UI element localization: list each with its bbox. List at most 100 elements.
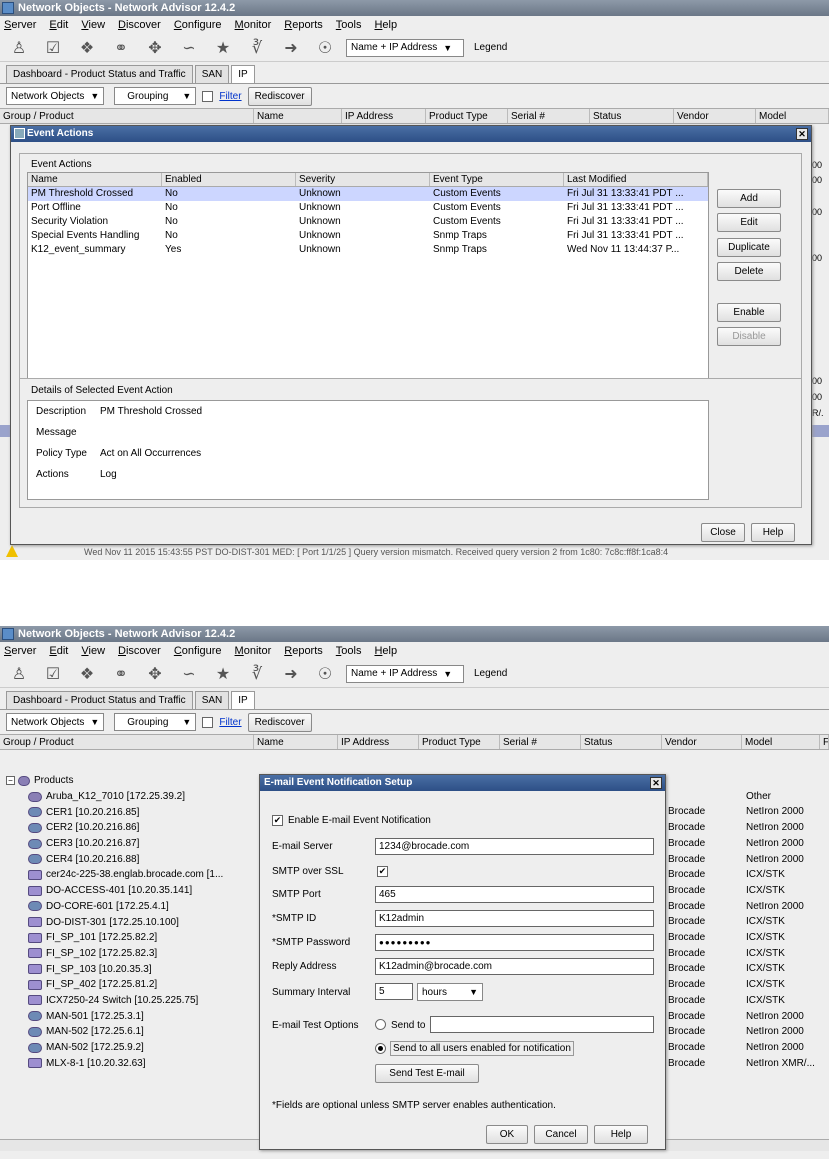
- menu-reports[interactable]: Reports: [284, 19, 323, 31]
- menu-server[interactable]: Server: [4, 19, 36, 31]
- tree-item[interactable]: MAN-501 [172.25.3.1]: [6, 1008, 266, 1024]
- arrow-icon[interactable]: ➜: [278, 663, 304, 685]
- tree-item[interactable]: CER1 [10.20.216.85]: [6, 804, 266, 820]
- help-button[interactable]: Help: [594, 1125, 648, 1144]
- pulse-icon[interactable]: ☉: [312, 37, 338, 59]
- menu-tools[interactable]: Tools: [336, 645, 362, 657]
- move-icon[interactable]: ✥: [142, 37, 168, 59]
- cancel-button[interactable]: Cancel: [534, 1125, 588, 1144]
- menu-reports[interactable]: Reports: [284, 645, 323, 657]
- col-vendor[interactable]: Vendor: [674, 109, 756, 123]
- network-objects-select[interactable]: Network Objects ▼: [6, 87, 105, 105]
- tab-san[interactable]: SAN: [194, 691, 230, 709]
- smtp-password-field[interactable]: ●●●●●●●●●: [375, 934, 654, 951]
- network-icon[interactable]: ★: [210, 37, 236, 59]
- filter-link[interactable]: Filter: [219, 717, 241, 728]
- link-icon[interactable]: ⚭: [108, 37, 134, 59]
- smtp-ssl-checkbox[interactable]: ✔: [377, 866, 388, 877]
- tree-item[interactable]: DO-DIST-301 [172.25.10.100]: [6, 914, 266, 930]
- pulse-icon[interactable]: ☉: [312, 663, 338, 685]
- col-product-type[interactable]: Product Type: [426, 109, 508, 123]
- add-button[interactable]: Add: [717, 189, 781, 208]
- tab-dashboard[interactable]: Dashboard - Product Status and Traffic: [6, 65, 193, 83]
- menu-discover[interactable]: Discover: [118, 645, 161, 657]
- delete-button[interactable]: Delete: [717, 262, 781, 281]
- name-display-select[interactable]: Name + IP Address ▼: [346, 38, 464, 57]
- tree-item[interactable]: Aruba_K12_7010 [172.25.39.2]: [6, 789, 266, 805]
- col-f[interactable]: F: [820, 735, 829, 749]
- tree-item[interactable]: MLX-8-1 [10.20.32.63]: [6, 1055, 266, 1071]
- collapse-icon[interactable]: −: [6, 776, 15, 786]
- col-ip[interactable]: IP Address: [342, 109, 426, 123]
- duplicate-button[interactable]: Duplicate: [717, 238, 781, 257]
- col-ip[interactable]: IP Address: [338, 735, 419, 749]
- col-product-type[interactable]: Product Type: [419, 735, 500, 749]
- zoom-icon[interactable]: ∛: [244, 663, 270, 685]
- col-model[interactable]: Model: [756, 109, 829, 123]
- tab-ip[interactable]: IP: [231, 691, 255, 709]
- ok-button[interactable]: OK: [486, 1125, 528, 1144]
- menu-edit[interactable]: Edit: [49, 645, 68, 657]
- tree-item[interactable]: CER3 [10.20.216.87]: [6, 836, 266, 852]
- col-serial[interactable]: Serial #: [508, 109, 590, 123]
- grouping-select[interactable]: Grouping ▼: [114, 713, 197, 731]
- enable-email-checkbox[interactable]: ✔: [272, 815, 283, 826]
- edit-button[interactable]: Edit: [717, 213, 781, 232]
- link-icon[interactable]: ⚭: [108, 663, 134, 685]
- checklist-icon[interactable]: ☑: [40, 663, 66, 685]
- col-enabled[interactable]: Enabled: [162, 173, 296, 186]
- network-icon[interactable]: ★: [210, 663, 236, 685]
- close-icon[interactable]: ✕: [796, 128, 808, 140]
- col-status[interactable]: Status: [590, 109, 674, 123]
- table-row[interactable]: Special Events Handling No Unknown Snmp …: [28, 229, 708, 243]
- col-event-type[interactable]: Event Type: [430, 173, 564, 186]
- col-group-product[interactable]: Group / Product: [0, 735, 254, 749]
- topology-icon[interactable]: ❖: [74, 663, 100, 685]
- filter-checkbox[interactable]: [202, 716, 214, 728]
- interval-unit-select[interactable]: hours ▼: [417, 983, 483, 1001]
- send-all-radio[interactable]: [375, 1043, 386, 1054]
- menu-view[interactable]: View: [81, 19, 105, 31]
- tree-item[interactable]: ICX7250-24 Switch [10.25.225.75]: [6, 993, 266, 1009]
- menu-edit[interactable]: Edit: [49, 19, 68, 31]
- email-server-field[interactable]: 1234@brocade.com: [375, 838, 654, 855]
- arrow-icon[interactable]: ➜: [278, 37, 304, 59]
- enable-button[interactable]: Enable: [717, 303, 781, 322]
- tree-item[interactable]: CER4 [10.20.216.88]: [6, 851, 266, 867]
- table-row[interactable]: Port Offline No Unknown Custom Events Fr…: [28, 201, 708, 215]
- reply-address-field[interactable]: K12admin@brocade.com: [375, 958, 654, 975]
- smtp-id-field[interactable]: K12admin: [375, 910, 654, 927]
- close-icon[interactable]: ✕: [650, 777, 662, 789]
- tree-item[interactable]: DO-ACCESS-401 [10.20.35.141]: [6, 883, 266, 899]
- col-vendor[interactable]: Vendor: [662, 735, 742, 749]
- legend-link[interactable]: Legend: [474, 42, 507, 53]
- move-icon[interactable]: ✥: [142, 663, 168, 685]
- col-name[interactable]: Name: [254, 735, 338, 749]
- tree-item[interactable]: FI_SP_402 [172.25.81.2]: [6, 977, 266, 993]
- menu-help[interactable]: Help: [374, 645, 397, 657]
- send-to-field[interactable]: [430, 1016, 654, 1033]
- send-test-email-button[interactable]: Send Test E-mail: [375, 1064, 479, 1083]
- summary-interval-field[interactable]: 5: [375, 983, 413, 1000]
- menu-monitor[interactable]: Monitor: [235, 19, 272, 31]
- tab-san[interactable]: SAN: [194, 65, 230, 83]
- tab-ip[interactable]: IP: [231, 65, 255, 83]
- tree-item[interactable]: MAN-502 [172.25.6.1]: [6, 1024, 266, 1040]
- disable-button[interactable]: Disable: [717, 327, 781, 346]
- users-icon[interactable]: ♙: [6, 663, 32, 685]
- menu-help[interactable]: Help: [374, 19, 397, 31]
- tree-item[interactable]: DO-CORE-601 [172.25.4.1]: [6, 899, 266, 915]
- tree-root[interactable]: − Products: [6, 773, 266, 789]
- col-serial[interactable]: Serial #: [500, 735, 581, 749]
- col-status[interactable]: Status: [581, 735, 662, 749]
- col-name[interactable]: Name: [28, 173, 162, 186]
- network-objects-select[interactable]: Network Objects ▼: [6, 713, 105, 731]
- legend-link[interactable]: Legend: [474, 668, 507, 679]
- tree-item[interactable]: FI_SP_101 [172.25.82.2]: [6, 930, 266, 946]
- rediscover-button[interactable]: Rediscover: [247, 86, 312, 106]
- zoom-icon[interactable]: ∛: [244, 37, 270, 59]
- col-model[interactable]: Model: [742, 735, 820, 749]
- checklist-icon[interactable]: ☑: [40, 37, 66, 59]
- menu-monitor[interactable]: Monitor: [235, 645, 272, 657]
- grouping-select[interactable]: Grouping ▼: [114, 87, 197, 105]
